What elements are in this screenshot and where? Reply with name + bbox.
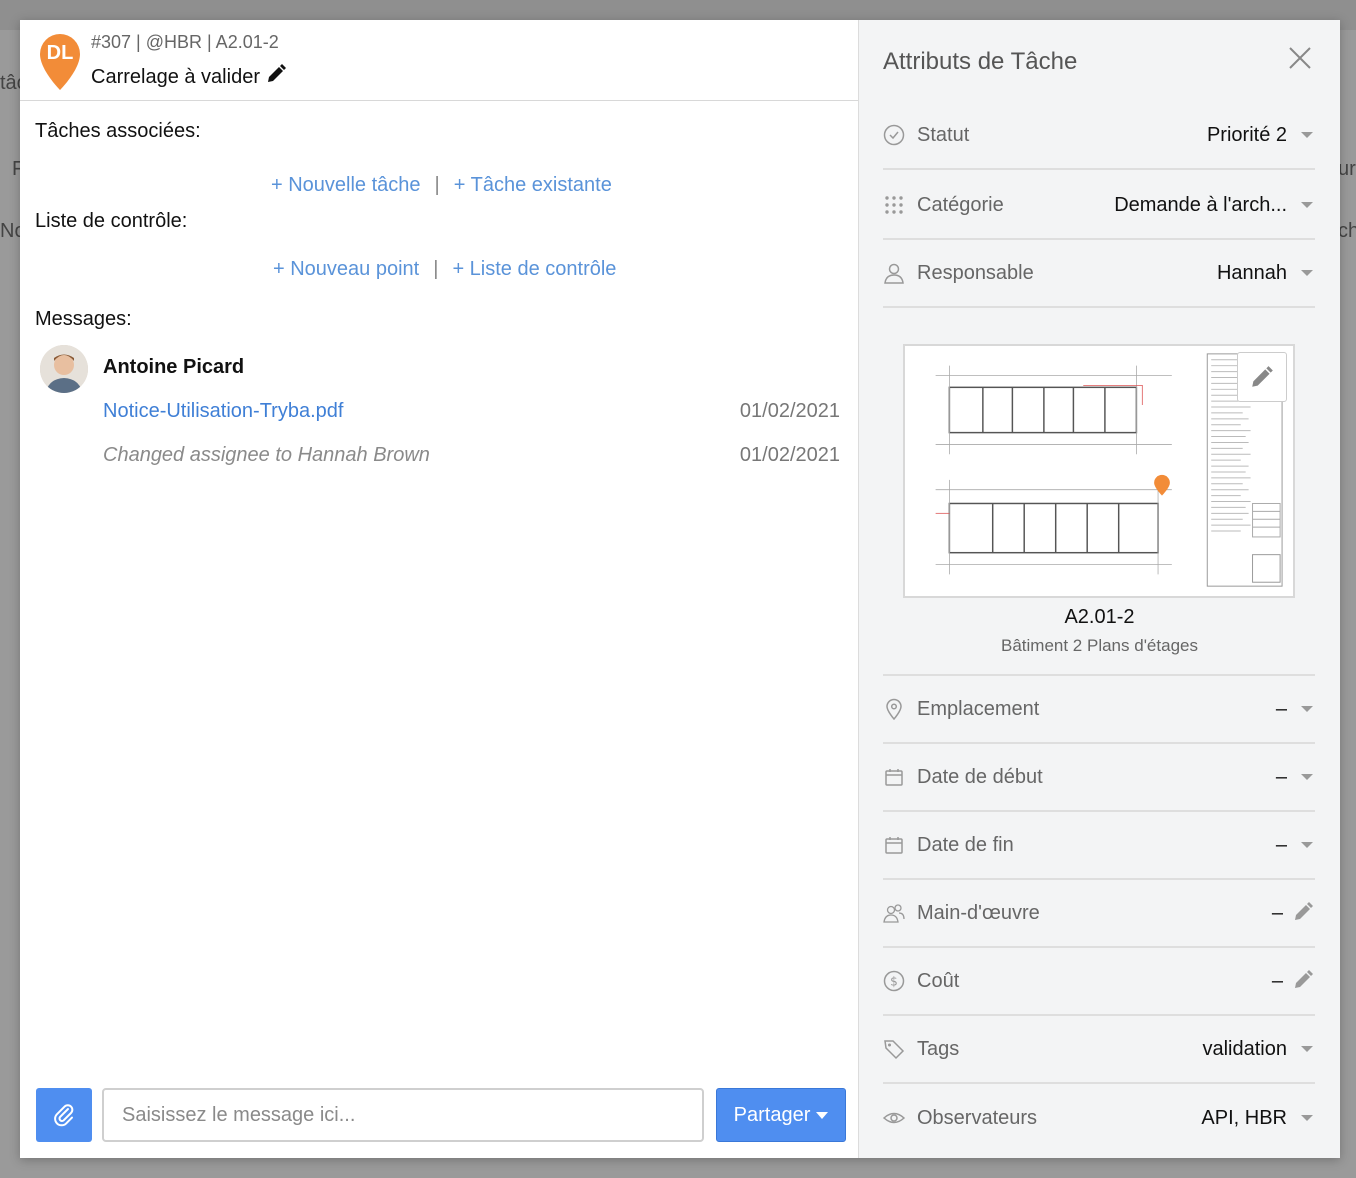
activity-date: 01/02/2021 [739, 444, 840, 466]
checklist-label: Liste de contrôle: [35, 210, 188, 232]
watchers-label: Observateurs [917, 1106, 1038, 1129]
calendar-icon [883, 834, 905, 856]
share-label: Partager [733, 1103, 811, 1126]
assignee-value: Hannah [1216, 261, 1287, 284]
start-date-value: – [1275, 765, 1287, 788]
end-date-value: – [1275, 833, 1287, 856]
tags-label: Tags [917, 1037, 960, 1060]
close-icon[interactable] [1288, 46, 1312, 70]
dollar-circle-icon: $ [883, 970, 905, 992]
message-date: 01/02/2021 [739, 400, 840, 422]
task-modal: DL #307 | @HBR | A2.01-2 Carrelage à val… [20, 20, 1340, 1158]
cost-row[interactable]: $ Coût – [883, 948, 1315, 1016]
background-text: ur [1338, 158, 1356, 180]
checklist-actions: + Nouveau point | + Liste de contrôle [273, 258, 616, 281]
edit-pencil-icon[interactable] [266, 64, 286, 90]
paperclip-icon [54, 1104, 74, 1127]
task-pin-icon: DL [36, 32, 84, 92]
share-button[interactable]: Partager [716, 1088, 846, 1142]
check-circle-icon [883, 124, 905, 146]
end-date-label: Date de fin [917, 833, 1014, 856]
task-header: DL #307 | @HBR | A2.01-2 Carrelage à val… [20, 20, 858, 101]
tags-value: validation [1202, 1037, 1287, 1060]
location-value: – [1275, 697, 1287, 720]
chevron-down-icon [1301, 706, 1313, 712]
activity-note: Changed assignee to Hannah Brown [103, 444, 430, 466]
new-task-link[interactable]: + Nouvelle tâche [271, 174, 421, 197]
labor-row[interactable]: Main-d'œuvre – [883, 880, 1315, 948]
chevron-down-icon [1301, 202, 1313, 208]
tags-row[interactable]: Tags validation [883, 1016, 1315, 1084]
calendar-icon [883, 766, 905, 788]
chevron-down-icon [1301, 842, 1313, 848]
edit-pencil-icon[interactable] [1293, 900, 1315, 927]
eye-icon [883, 1107, 905, 1129]
floor-plan-drawing [906, 346, 1288, 593]
chevron-down-icon [1301, 270, 1313, 276]
attach-button[interactable] [36, 1088, 92, 1142]
sheet-code: A2.01-2 [1064, 606, 1135, 628]
task-meta: #307 | @HBR | A2.01-2 [91, 32, 279, 52]
status-value: Priorité 2 [1206, 123, 1287, 146]
existing-task-link[interactable]: + Tâche existante [454, 174, 612, 197]
chevron-down-icon [1301, 1046, 1313, 1052]
task-detail-pane: DL #307 | @HBR | A2.01-2 Carrelage à val… [20, 20, 859, 1158]
messages-label: Messages: [35, 308, 132, 330]
message-composer: Partager [36, 1088, 846, 1142]
chevron-down-icon [1301, 132, 1313, 138]
watchers-value: API, HBR [1201, 1106, 1287, 1129]
background-text: ch [1338, 220, 1356, 242]
separator: | [434, 174, 440, 196]
status-row[interactable]: Statut Priorité 2 [883, 102, 1315, 170]
new-point-link[interactable]: + Nouveau point [273, 258, 419, 281]
start-date-row[interactable]: Date de début – [883, 744, 1315, 812]
watchers-row[interactable]: Observateurs API, HBR [883, 1084, 1315, 1152]
message-author: Antoine Picard [103, 356, 245, 378]
message-input[interactable] [102, 1088, 704, 1142]
status-label: Statut [917, 123, 970, 146]
location-pin-icon [883, 698, 905, 720]
svg-text:$: $ [890, 975, 898, 989]
category-row[interactable]: Catégorie Demande à l'arch... [883, 172, 1315, 240]
add-checklist-link[interactable]: + Liste de contrôle [452, 258, 616, 281]
avatar [40, 345, 88, 393]
sheet-thumbnail[interactable] [903, 344, 1295, 598]
task-title-text: Carrelage à valider [91, 65, 260, 88]
assignee-label: Responsable [917, 261, 1034, 284]
sheet-name: Bâtiment 2 Plans d'étages [1001, 636, 1198, 655]
chevron-down-icon [1301, 1115, 1313, 1121]
location-label: Emplacement [917, 697, 1040, 720]
associated-tasks-actions: + Nouvelle tâche | + Tâche existante [271, 174, 612, 197]
edit-pencil-icon[interactable] [1237, 352, 1287, 402]
labor-label: Main-d'œuvre [917, 901, 1040, 924]
edit-pencil-icon[interactable] [1293, 968, 1315, 995]
cost-value: – [1271, 969, 1283, 992]
separator: | [433, 258, 439, 280]
chevron-down-icon [1301, 774, 1313, 780]
task-initials: DL [46, 42, 74, 64]
category-value: Demande à l'arch... [1114, 193, 1287, 216]
chevron-down-icon [816, 1111, 829, 1119]
location-row[interactable]: Emplacement – [883, 676, 1315, 744]
task-title[interactable]: Carrelage à valider [91, 64, 286, 90]
attributes-panel: Attributs de Tâche Statut Priorité 2 Cat… [859, 20, 1340, 1158]
associated-tasks-label: Tâches associées: [35, 120, 201, 142]
grid-icon [883, 194, 905, 216]
labor-value: – [1271, 901, 1283, 924]
users-icon [883, 902, 905, 924]
panel-title: Attributs de Tâche [883, 48, 1078, 75]
end-date-row[interactable]: Date de fin – [883, 812, 1315, 880]
user-icon [883, 262, 905, 284]
attachment-link[interactable]: Notice-Utilisation-Tryba.pdf [103, 400, 343, 423]
tag-icon [883, 1038, 905, 1060]
cost-label: Coût [917, 969, 960, 992]
category-label: Catégorie [917, 193, 1004, 216]
start-date-label: Date de début [917, 765, 1043, 788]
assignee-row[interactable]: Responsable Hannah [883, 240, 1315, 308]
